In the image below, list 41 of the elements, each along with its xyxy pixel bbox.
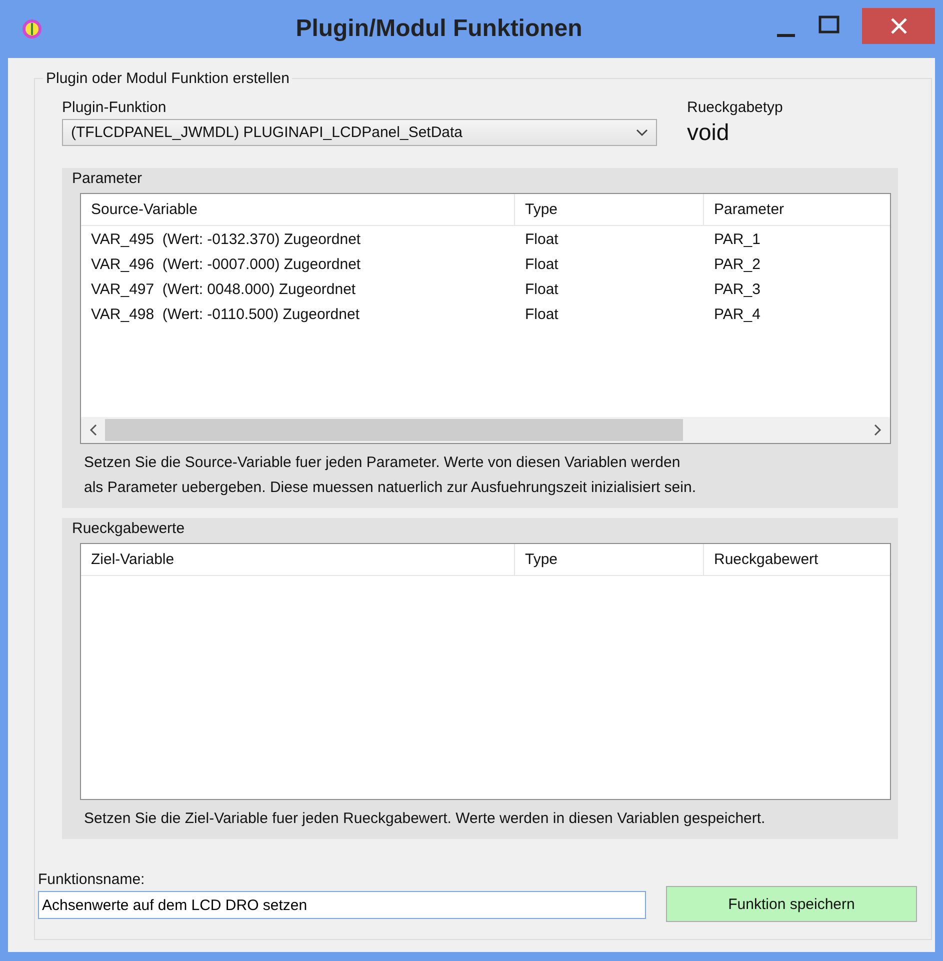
function-name-input[interactable]: Achsenwerte auf dem LCD DRO setzen: [38, 891, 646, 919]
chevron-left-icon[interactable]: [89, 424, 99, 436]
column-header[interactable]: Type: [515, 544, 704, 575]
table-cell-text: VAR_498 (Wert: -0110.500) Zugeordnet: [90, 306, 360, 323]
hint-text: als Parameter uebergeben. Diese muessen natuerlich zur Ausfuehrungszeit inizialisiert sein.: [84, 478, 697, 498]
chevron-right-icon[interactable]: [872, 424, 882, 436]
table-cell-text: PAR_1: [713, 231, 762, 248]
close-icon[interactable]: [890, 17, 908, 35]
table-cell-text: PAR_3: [713, 281, 762, 298]
return-type-value: void: [687, 119, 730, 146]
group-title: Plugin oder Modul Funktion erstellen: [45, 70, 290, 87]
column-header[interactable]: Ziel-Variable: [81, 544, 515, 575]
close-button[interactable]: [862, 8, 935, 44]
field-label: Plugin-Funktion: [62, 99, 168, 116]
column-header[interactable]: Source-Variable: [81, 194, 515, 225]
table-cell-text: Float: [524, 231, 560, 248]
column-header[interactable]: Type: [515, 194, 704, 225]
column-header[interactable]: Rueckgabewert: [704, 544, 890, 575]
field-label: Funktionsname:: [38, 871, 146, 888]
panel-title: Parameter: [72, 170, 144, 187]
field-label: Rueckgabetyp: [687, 99, 783, 116]
maximize-icon[interactable]: [818, 15, 840, 35]
chevron-down-icon: [636, 128, 648, 136]
table-cell-text: PAR_2: [713, 256, 762, 273]
table-cell-text: VAR_497 (Wert: 0048.000) Zugeordnet: [90, 281, 357, 298]
table-cell-text: VAR_496 (Wert: -0007.000) Zugeordnet: [90, 256, 362, 273]
table-cell-text: Float: [524, 306, 560, 323]
table-cell-text: PAR_4: [713, 306, 762, 323]
scrollbar-thumb[interactable]: [105, 419, 684, 441]
table-cell-text: VAR_495 (Wert: -0132.370) Zugeordnet: [90, 231, 362, 248]
table-cell-text: Float: [524, 256, 560, 273]
save-button[interactable]: Funktion speichern: [666, 886, 917, 922]
table-cell-text: Float: [524, 281, 560, 298]
hint-text: Setzen Sie die Source-Variable fuer jeden Parameter. Werte von diesen Variablen werden: [84, 453, 682, 473]
window-title: Plugin/Modul Funktionen: [294, 15, 584, 43]
column-header[interactable]: Parameter: [704, 194, 890, 225]
hint-text: Setzen Sie die Ziel-Variable fuer jeden Rueckgabewert. Werte werden in diesen Variablen gespeichert.: [84, 809, 766, 829]
app-icon: [22, 19, 42, 39]
plugin-function-dropdown[interactable]: (TFLCDPANEL_JWMDL) PLUGINAPI_LCDPanel_SetData: [62, 119, 657, 146]
panel-title: Rueckgabewerte: [72, 520, 186, 537]
horizontal-scrollbar[interactable]: [81, 417, 890, 443]
